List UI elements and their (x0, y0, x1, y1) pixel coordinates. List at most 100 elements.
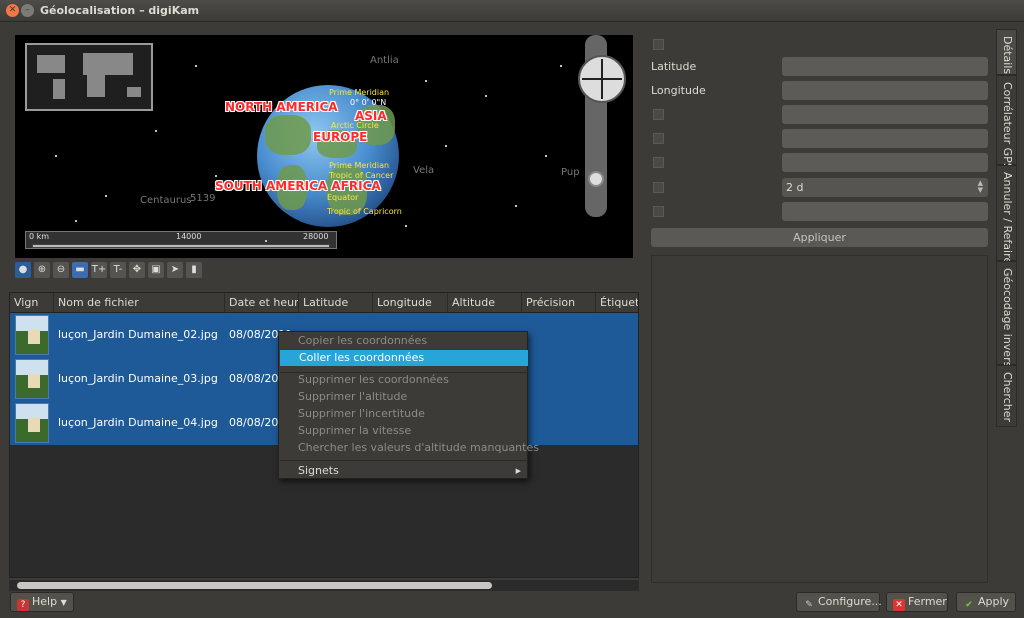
menu-item-delete-uncertainty[interactable]: Supprimer l'incertitude (279, 406, 527, 422)
scale-bar-line (32, 244, 330, 248)
help-button[interactable]: ? Help ▼ (10, 592, 74, 612)
details-input[interactable] (782, 153, 988, 172)
wrench-icon: ✎ (805, 600, 813, 610)
zoom-out-icon[interactable]: ⊖ (53, 262, 69, 278)
tab-search[interactable]: Chercher (996, 365, 1017, 427)
column-header-filename[interactable]: Nom de fichier (54, 293, 225, 313)
table-horizontal-scrollbar[interactable] (9, 580, 639, 591)
row-checkbox[interactable] (653, 133, 664, 144)
details-combo[interactable]: 2 d ▲ ▼ (782, 178, 988, 197)
menu-item-delete-altitude[interactable]: Supprimer l'altitude (279, 389, 527, 405)
menu-item-lookup-altitude[interactable]: Chercher les valeurs d'altitude manquant… (279, 440, 539, 456)
title-bar: ✕ – Géolocalisation – digiKam (0, 0, 1024, 22)
context-menu: Copier les coordonnées Coller les coordo… (278, 331, 539, 479)
menu-item-delete-coordinates[interactable]: Supprimer les coordonnées (279, 372, 527, 388)
submenu-arrow-icon: ▶ (515, 467, 521, 475)
tab-undo-redo[interactable]: Annuler / Refaire (996, 165, 1017, 265)
apply-button[interactable]: ✔ Apply (956, 592, 1016, 612)
constellation-label: Antlia (370, 55, 399, 66)
column-header-altitude[interactable]: Altitude (448, 293, 522, 313)
constellation-label: Centaurus (140, 195, 192, 206)
tab-reverse-geocoding-label: Géocodage inversé (1001, 268, 1014, 375)
map-meridian-label-2: Prime Meridian (329, 161, 390, 170)
latitude-label: Latitude (651, 60, 697, 73)
menu-item-paste-coordinates[interactable]: Coller les coordonnées (280, 350, 528, 366)
scale-end: 28000 (303, 232, 329, 241)
europe-label: EUROPE (313, 130, 368, 144)
tab-reverse-geocoding[interactable]: Géocodage inversé (996, 261, 1017, 374)
details-input[interactable] (782, 202, 988, 221)
column-header-datetime[interactable]: Date et heure (225, 293, 299, 313)
select-icon[interactable]: ▣ (148, 262, 164, 278)
constellation-label: Vela (413, 165, 435, 176)
tab-details[interactable]: Détails (996, 29, 1017, 75)
column-header-precision[interactable]: Précision (522, 293, 596, 313)
move-icon[interactable]: ✥ (129, 262, 145, 278)
check-icon: ✔ (965, 600, 973, 610)
pointer-icon[interactable]: ➤ (167, 262, 183, 278)
help-icon: ? (17, 599, 29, 611)
details-panel: Latitude Longitude 2 d ▲ ▼ Appliquer (648, 35, 992, 585)
column-header-thumbnail[interactable]: Vign (10, 293, 54, 313)
longitude-row: Longitude (648, 81, 992, 101)
tab-gps-correlator-label: Corrélateur GPS (1001, 82, 1014, 170)
details-input[interactable] (782, 105, 988, 124)
tab-details-label: Détails (1001, 36, 1014, 75)
latitude-input[interactable] (782, 57, 988, 76)
map-coords-label: 0° 0' 0"N (350, 98, 387, 107)
close-button[interactable]: ✕ Fermer (886, 592, 948, 612)
flag-icon[interactable]: ▬ (72, 262, 88, 278)
column-header-longitude[interactable]: Longitude (373, 293, 448, 313)
text-plus-icon[interactable]: T+ (91, 262, 107, 278)
row-checkbox[interactable] (653, 39, 664, 50)
close-icon: ✕ (893, 599, 905, 611)
asia-label: ASIA (355, 109, 387, 123)
longitude-input[interactable] (782, 81, 988, 100)
row-filename: luçon_Jardin Dumaine_02.jpg (58, 328, 218, 341)
compass-navigation[interactable] (578, 55, 626, 103)
row-filename: luçon_Jardin Dumaine_04.jpg (58, 416, 218, 429)
menu-item-delete-speed[interactable]: Supprimer la vitesse (279, 423, 527, 439)
details-input[interactable] (782, 129, 988, 148)
row-checkbox[interactable] (653, 109, 664, 120)
column-header-latitude[interactable]: Latitude (299, 293, 373, 313)
details-row-disabled (648, 35, 992, 55)
tab-undo-redo-label: Annuler / Refaire (1001, 172, 1014, 265)
apply-details-button[interactable]: Appliquer (651, 228, 988, 247)
map-toolbar: ● ⊕ ⊖ ▬ T+ T- ✥ ▣ ➤ ▮ (15, 262, 202, 280)
dropdown-arrow-icon: ▼ (60, 598, 67, 607)
south-america-africa-label: SOUTH AMERICA AFRICA (215, 179, 381, 193)
details-empty-area (651, 255, 988, 583)
menu-item-bookmarks[interactable]: Signets ▶ (279, 463, 527, 479)
tab-gps-correlator[interactable]: Corrélateur GPS (996, 75, 1017, 170)
scale-start: 0 km (29, 232, 50, 241)
text-minus-icon[interactable]: T- (110, 262, 126, 278)
combo-value: 2 d (786, 181, 804, 194)
zoom-in-icon[interactable]: ⊕ (34, 262, 50, 278)
world-minimap[interactable] (25, 43, 153, 111)
row-checkbox[interactable] (653, 157, 664, 168)
globe-icon[interactable]: ● (15, 262, 31, 278)
map-capricorn-label: Tropic of Capricorn (327, 207, 402, 216)
row-checkbox[interactable] (653, 182, 664, 193)
details-row-disabled (648, 153, 992, 173)
apply-label: Apply (978, 595, 1010, 608)
close-window-button[interactable]: ✕ (6, 4, 19, 17)
help-label: Help (32, 595, 58, 608)
scale-mid: 14000 (176, 232, 202, 241)
menu-item-copy-coordinates[interactable]: Copier les coordonnées (279, 333, 527, 349)
scrollbar-thumb[interactable] (17, 582, 492, 589)
configure-button[interactable]: ✎ Configure... (796, 592, 882, 612)
tab-search-label: Chercher (1001, 372, 1014, 423)
star-number-label: 5139 (190, 193, 216, 204)
menu-separator (280, 460, 528, 461)
minimize-window-button[interactable]: – (21, 4, 34, 17)
cylinder-icon[interactable]: ▮ (186, 262, 202, 278)
details-row-disabled (648, 129, 992, 149)
zoom-slider-handle[interactable] (588, 171, 604, 187)
map-scale-bar: 0 km 14000 28000 (25, 231, 337, 249)
column-header-tags[interactable]: Étiquet (596, 293, 638, 313)
latitude-row: Latitude (648, 57, 992, 77)
row-checkbox[interactable] (653, 206, 664, 217)
map-view[interactable]: Antlia Vela Centaurus 5139 Pup Prime Mer… (15, 35, 633, 258)
